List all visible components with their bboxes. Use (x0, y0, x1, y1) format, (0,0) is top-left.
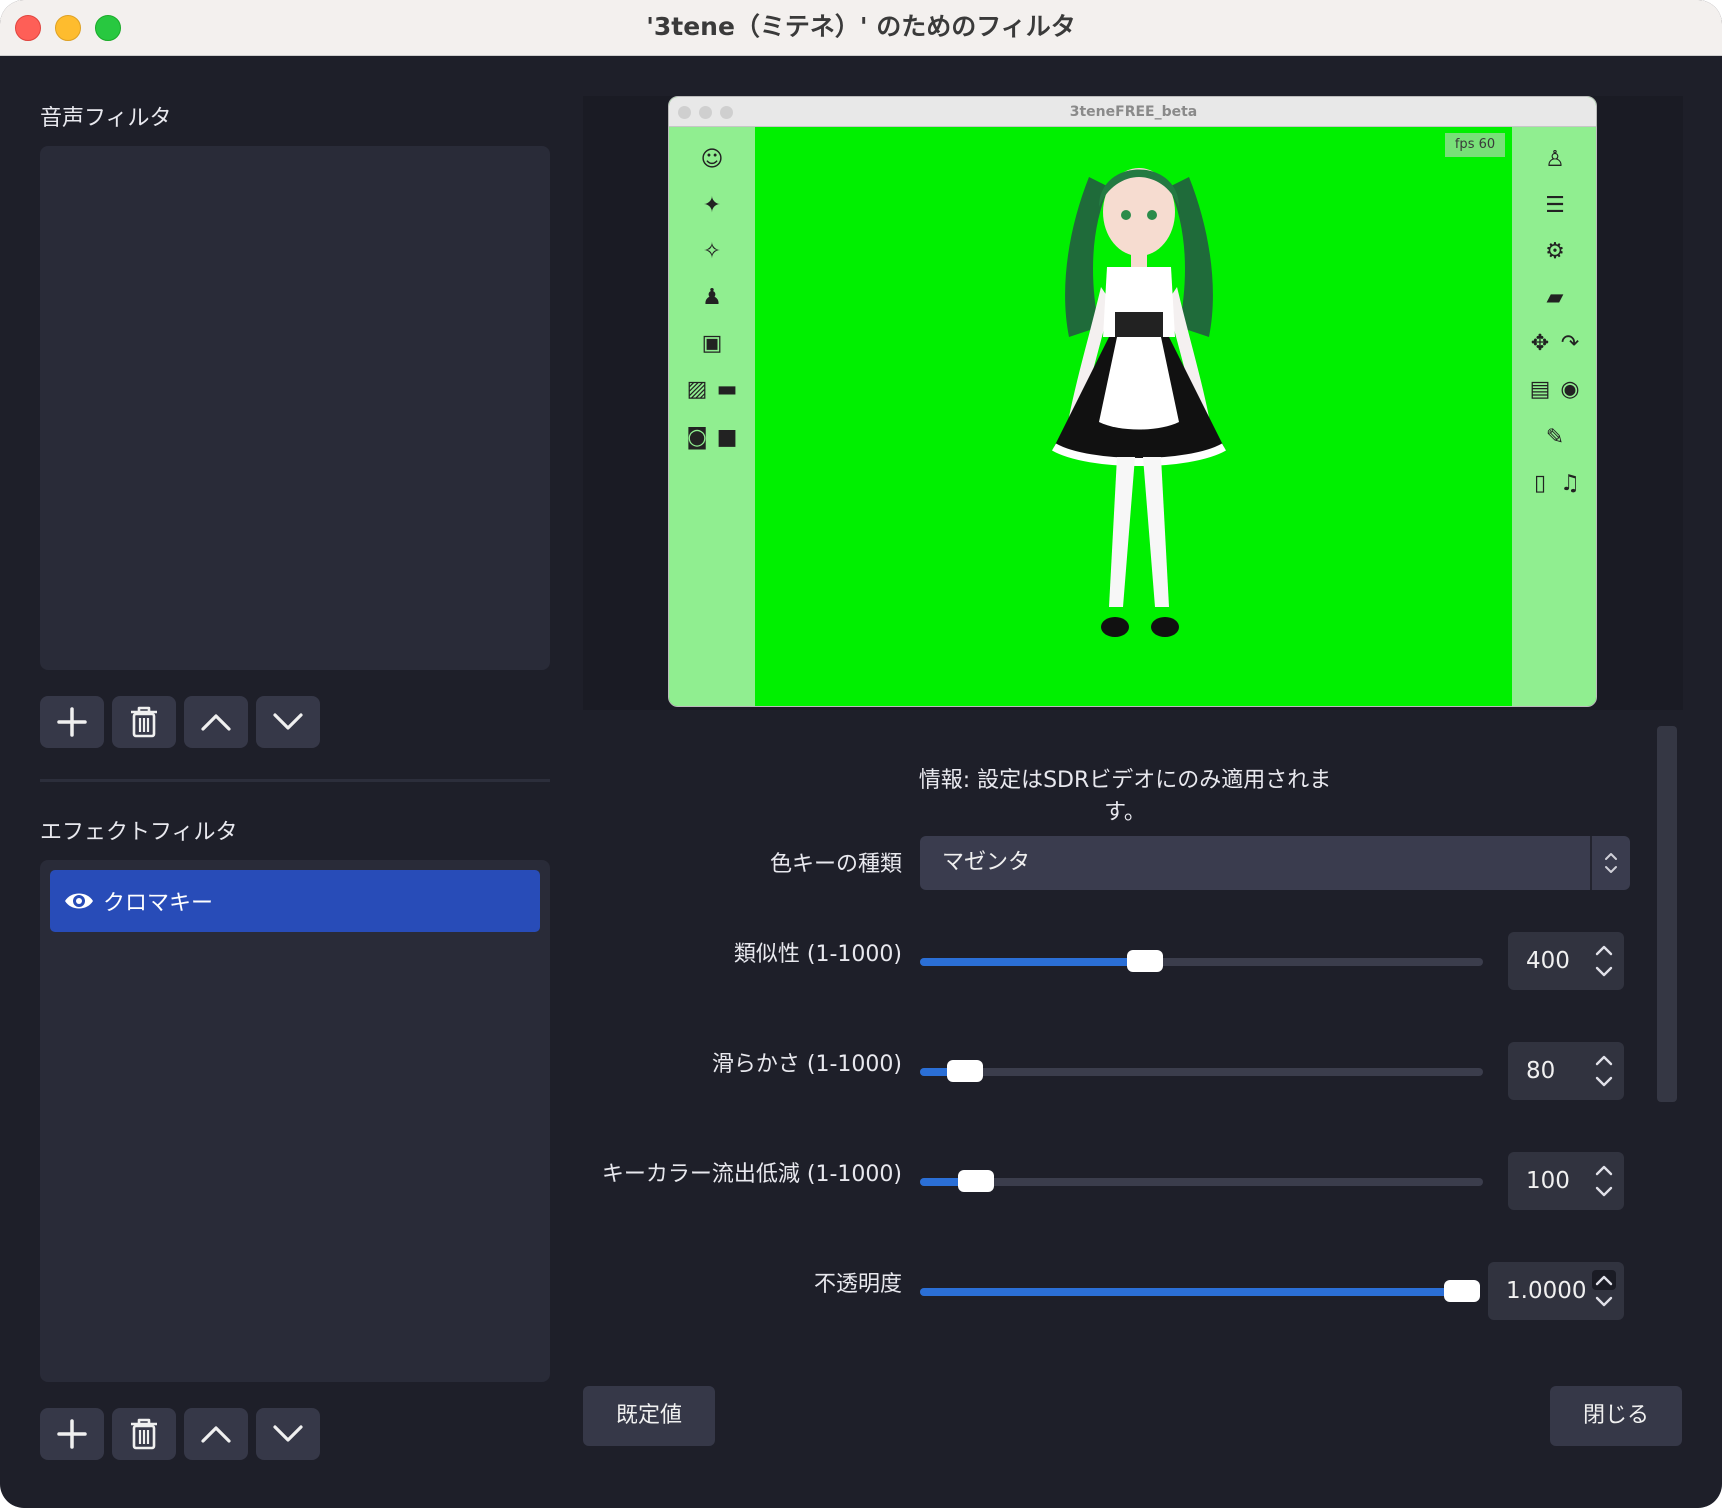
close-button[interactable]: 閉じる (1550, 1386, 1682, 1446)
move-effect-filter-up-button[interactable] (184, 1408, 248, 1460)
spill-reduction-value: 100 (1526, 1168, 1570, 1194)
opacity-spinbox[interactable]: 1.0000 (1488, 1262, 1624, 1320)
audio-filters-label: 音声フィルタ (40, 106, 172, 131)
opacity-label: 不透明度 (813, 1272, 902, 1297)
slider-thumb[interactable] (1444, 1280, 1480, 1302)
remove-effect-filter-button[interactable] (112, 1408, 176, 1460)
filter-item-label: クロマキー (103, 891, 214, 916)
webcam-icon: ◉ (1560, 376, 1580, 402)
key-color-type-select[interactable]: マゼンタ (920, 836, 1630, 890)
filters-window: '3tene（ミテネ）' のためのフィルタ 音声フィルタ エフェクトフィルタ ク… (0, 0, 1722, 1508)
plus-icon (57, 707, 87, 737)
smoothness-value: 80 (1526, 1058, 1556, 1084)
slider-thumb[interactable] (957, 1170, 994, 1192)
defaults-button[interactable]: 既定値 (583, 1386, 715, 1446)
move-audio-filter-down-button[interactable] (256, 696, 320, 748)
smoothness-label: 滑らかさ (1-1000) (711, 1052, 902, 1077)
window-title: '3tene（ミテネ）' のためのフィルタ (646, 12, 1076, 41)
bell-icon: ♫ (1560, 470, 1580, 496)
smoothness-spinbox[interactable]: 80 (1508, 1042, 1624, 1100)
move-icon: ✥ (1530, 330, 1550, 356)
slider-thumb[interactable] (946, 1060, 983, 1082)
chevron-down-icon (273, 1425, 303, 1442)
book-icon: ▯ (1533, 470, 1547, 496)
move-audio-filter-up-button[interactable] (184, 696, 248, 748)
title-bar: '3tene（ミテネ）' のためのフィルタ (0, 0, 1722, 56)
portrait-icon: ▤ (1529, 376, 1551, 402)
filter-item-chroma-key[interactable]: クロマキー (50, 870, 540, 932)
move-effect-filter-down-button[interactable] (256, 1408, 320, 1460)
info-text: 情報: 設定はSDRビデオにのみ適用されます。 (918, 768, 1332, 825)
remove-audio-filter-button[interactable] (112, 696, 176, 748)
plus-icon (57, 1419, 87, 1449)
sofa-icon: ▬ (716, 376, 738, 402)
source-preview: 3teneFREE_beta ☺ ✦ ✧ ♟ ▣ ▨ ▬ ◙ ■ ♙ ☰ ⚙ ▰… (668, 96, 1597, 707)
preview-app-title: 3teneFREE_beta (1069, 104, 1198, 120)
slider-fill (920, 1288, 1462, 1296)
key-color-type-value: マゼンタ (942, 850, 1031, 875)
section-divider (40, 779, 550, 782)
add-audio-filter-button[interactable] (40, 696, 104, 748)
slider-fill (920, 958, 1145, 966)
movie-camera-icon: ▰ (1546, 284, 1564, 310)
spill-reduction-slider[interactable] (920, 1170, 1483, 1192)
group-icon: ♟ (702, 284, 722, 310)
properties-scrollbar[interactable] (1657, 726, 1677, 1102)
add-effect-filter-button[interactable] (40, 1408, 104, 1460)
key-color-type-label: 色キーの種類 (769, 852, 902, 877)
opacity-value: 1.0000 (1506, 1278, 1587, 1304)
spin-arrows-icon[interactable] (1590, 938, 1618, 984)
opacity-slider[interactable] (920, 1280, 1480, 1302)
similarity-value: 400 (1526, 948, 1570, 974)
spin-arrows-icon[interactable] (1590, 1268, 1618, 1314)
spin-arrows-icon[interactable] (1590, 1158, 1618, 1204)
fps-counter: fps 60 (1445, 133, 1505, 157)
effect-filters-label: エフェクトフィルタ (40, 820, 238, 845)
spill-reduction-label: キーカラー流出低減 (1-1000) (601, 1162, 902, 1187)
audio-filters-list[interactable] (40, 146, 550, 670)
eye-icon[interactable] (63, 885, 95, 917)
avatar-icon: ♙ (1545, 146, 1565, 172)
face-icon: ☺ (700, 146, 724, 172)
trash-icon (131, 1418, 157, 1450)
chevron-up-icon (201, 714, 231, 731)
video-camera-icon: ■ (716, 424, 738, 450)
chevron-up-icon (201, 1426, 231, 1443)
trash-icon (131, 706, 157, 738)
preview-app-titlebar: 3teneFREE_beta (669, 97, 1596, 127)
rotate-icon: ↷ (1560, 330, 1580, 356)
similarity-label: 類似性 (1-1000) (733, 942, 902, 967)
similarity-spinbox[interactable]: 400 (1508, 932, 1624, 990)
smoothness-slider[interactable] (920, 1060, 1483, 1082)
image-icon: ▨ (686, 376, 708, 402)
magic-wand-icon: ✧ (702, 238, 722, 264)
edit-icon: ✎ (1545, 424, 1565, 450)
effect-filters-list[interactable] (40, 860, 550, 1382)
spin-arrows-icon[interactable] (1590, 1048, 1618, 1094)
preview-right-toolbar: ♙ ☰ ⚙ ▰ ✥ ↷ ▤ ◉ ✎ ▯ ♫ (1512, 127, 1596, 706)
pose-icon: ✦ (702, 192, 722, 218)
gear-icon: ⚙ (1545, 238, 1565, 264)
spill-reduction-spinbox[interactable]: 100 (1508, 1152, 1624, 1210)
chevron-down-icon (273, 713, 303, 730)
presenter-icon: ▣ (701, 330, 723, 356)
slider-thumb[interactable] (1126, 950, 1163, 972)
similarity-slider[interactable] (920, 950, 1483, 972)
avatar-character (1052, 168, 1226, 637)
sliders-icon: ☰ (1545, 192, 1565, 218)
updown-chevron-icon (1590, 836, 1630, 890)
preview-left-toolbar: ☺ ✦ ✧ ♟ ▣ ▨ ▬ ◙ ■ (669, 127, 755, 706)
camera-icon: ◙ (686, 424, 708, 450)
